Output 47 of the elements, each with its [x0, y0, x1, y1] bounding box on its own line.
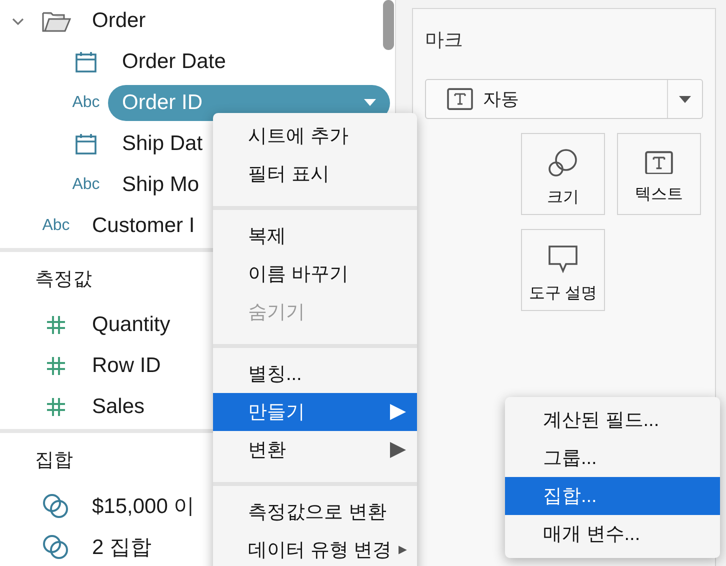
menu-item[interactable]: 변환 — [213, 431, 417, 469]
caret-icon[interactable] — [679, 96, 691, 102]
hash-icon — [46, 356, 66, 376]
calendar-icon — [75, 132, 97, 154]
measure-name[interactable]: Row ID — [92, 354, 161, 378]
card-title: 마크 — [425, 29, 464, 53]
overlapping-circles-icon — [42, 534, 70, 560]
set-name[interactable]: 2 집합 — [92, 532, 152, 560]
speech-bubble-icon — [548, 244, 578, 272]
hash-icon — [46, 314, 66, 334]
hash-icon — [46, 396, 66, 416]
mark-button[interactable]: 텍스트 — [617, 133, 701, 215]
menu-item[interactable]: 계산된 필드... — [505, 401, 720, 439]
menu-item[interactable]: 측정값으로 변환 — [213, 493, 417, 531]
set-name[interactable]: $15,000 이 — [92, 492, 195, 520]
field-pill[interactable]: Order Date — [108, 44, 390, 80]
menu-item[interactable]: 필터 표시 — [213, 155, 417, 193]
type-label: Abc — [42, 216, 70, 234]
section-header: 측정값 — [35, 268, 92, 292]
submenu-arrow-icon — [389, 441, 407, 459]
menu-item[interactable]: 만들기 — [213, 393, 417, 431]
menu-item[interactable]: 이름 바꾸기 — [213, 255, 417, 293]
folder-name[interactable]: Order — [92, 8, 146, 32]
menu-item[interactable]: 집합... — [505, 477, 720, 515]
measure-name[interactable]: Quantity — [92, 312, 170, 336]
mark-type-label: 자동 — [483, 88, 519, 111]
letter-t-icon — [645, 150, 673, 174]
mark-button[interactable]: 크기 — [521, 133, 605, 215]
folder-icon — [42, 10, 70, 32]
calendar-icon — [75, 50, 97, 72]
measure-name[interactable]: Sales — [92, 394, 145, 418]
menu-item[interactable]: 데이터 유형 변경 — [213, 531, 417, 566]
scrollbar-thumb[interactable] — [383, 0, 394, 50]
type-label: Abc — [72, 94, 100, 112]
menu-item[interactable]: 그룹... — [505, 439, 720, 477]
letter-t-icon — [447, 88, 473, 110]
mark-type-dropdown[interactable]: 자동 — [425, 79, 703, 119]
mark-button[interactable]: 도구 설명 — [521, 229, 605, 311]
section-header: 집합 — [35, 449, 73, 473]
menu-item[interactable]: 복제 — [213, 217, 417, 255]
submenu-arrow-icon — [389, 403, 407, 421]
menu-item[interactable]: 별칭... — [213, 355, 417, 393]
menu-item[interactable]: 매개 변수... — [505, 515, 720, 553]
overlapping-circles-icon — [42, 492, 70, 518]
circles-icon — [548, 148, 578, 176]
caret-icon[interactable] — [364, 99, 376, 106]
type-label: Abc — [72, 176, 100, 194]
